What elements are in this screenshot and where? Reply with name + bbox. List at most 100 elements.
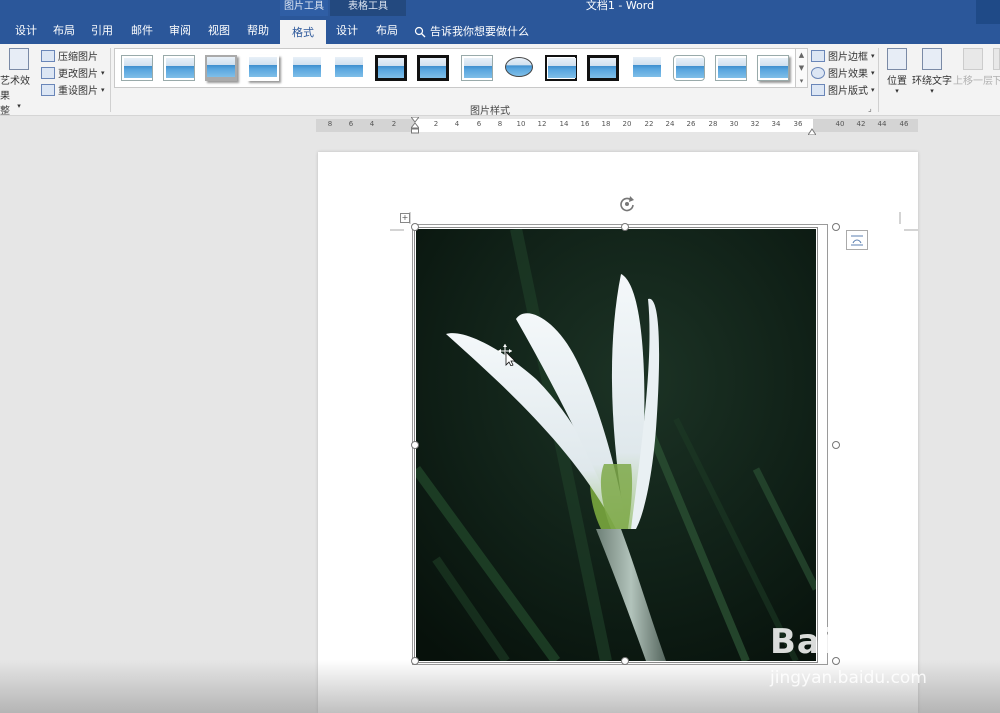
dropdown-arrow-icon: ▾	[17, 102, 21, 110]
ruler-tick: 4	[454, 120, 460, 128]
horizontal-ruler[interactable]: 8 6 4 2 2 4 6 8 10 12 14 16 18 20 22 24 …	[316, 116, 918, 136]
resize-handle-bottom-left[interactable]	[411, 657, 419, 665]
resize-handle-bottom[interactable]	[621, 657, 629, 665]
picture-styles-gallery	[114, 48, 796, 88]
rotate-handle-icon[interactable]	[618, 195, 636, 213]
style-thumb[interactable]	[631, 55, 663, 81]
paw-icon	[833, 604, 865, 637]
tab-layout[interactable]: 布局	[48, 20, 80, 44]
change-picture-button[interactable]: 更改图片 ▾	[41, 65, 105, 80]
effects-icon	[811, 66, 825, 79]
ruler-tick: 6	[348, 120, 354, 128]
resize-handle-top-left[interactable]	[411, 223, 419, 231]
move-cursor-icon	[498, 344, 516, 366]
indent-marker-icon[interactable]	[409, 116, 421, 134]
group-label-adjust: 整	[0, 106, 10, 117]
change-picture-icon	[41, 66, 55, 79]
anchor-icon[interactable]: +	[400, 213, 410, 223]
style-thumb[interactable]	[503, 55, 535, 81]
dropdown-arrow-icon: ▾	[895, 87, 899, 95]
ruler-tick: 44	[877, 120, 887, 128]
picture-selection-frame	[414, 227, 818, 663]
compress-icon	[41, 49, 55, 62]
ruler-tick: 22	[644, 120, 654, 128]
dialog-launcher-icon[interactable]: ⌟	[868, 104, 872, 113]
chevron-up-icon[interactable]: ▲	[796, 49, 807, 62]
ruler-tick: 6	[476, 120, 482, 128]
tab-mailings[interactable]: 邮件	[126, 20, 158, 44]
style-thumb[interactable]	[417, 55, 449, 81]
baidu-watermark: Bai 经验 jingyan.baidu.com	[770, 604, 970, 688]
bring-forward-button[interactable]: 上移一层	[953, 48, 993, 87]
tab-review[interactable]: 审阅	[164, 20, 196, 44]
ruler-tick: 8	[497, 120, 503, 128]
tab-help[interactable]: 帮助	[242, 20, 274, 44]
reset-picture-label: 重设图片	[58, 86, 98, 97]
change-picture-label: 更改图片	[58, 69, 98, 80]
resize-handle-top[interactable]	[621, 223, 629, 231]
style-thumb[interactable]	[673, 55, 705, 81]
style-thumb[interactable]	[461, 55, 493, 81]
watermark-logo: Bai	[770, 622, 834, 662]
style-thumb[interactable]	[121, 55, 153, 81]
artistic-effects-button[interactable]: 艺术效果 ▾	[0, 48, 38, 110]
resize-handle-right[interactable]	[832, 441, 840, 449]
tab-view[interactable]: 视图	[203, 20, 235, 44]
ruler-tick: 36	[793, 120, 803, 128]
dropdown-arrow-icon: ▾	[871, 51, 875, 60]
position-button[interactable]: 位置 ▾	[884, 48, 910, 95]
wrap-text-label: 环绕文字	[912, 76, 952, 87]
style-thumb[interactable]	[545, 55, 577, 81]
style-thumb[interactable]	[715, 55, 747, 81]
layout-icon	[811, 83, 825, 96]
ruler-tick: 16	[580, 120, 590, 128]
position-label: 位置	[887, 76, 907, 87]
tab-format[interactable]: 格式	[280, 20, 326, 44]
style-thumb[interactable]	[757, 55, 789, 81]
lightbulb-icon	[414, 26, 426, 38]
compress-pictures-button[interactable]: 压缩图片	[41, 48, 98, 63]
style-thumb[interactable]	[375, 55, 407, 81]
tab-table-layout[interactable]: 布局	[370, 20, 404, 44]
chevron-down-icon[interactable]: ▼	[796, 62, 807, 75]
style-thumb[interactable]	[247, 55, 279, 81]
right-indent-marker-icon[interactable]	[807, 124, 817, 136]
ribbon: 艺术效果 ▾ 压缩图片 更改图片 ▾ 重设图片 ▾ 整 ▲ ▼ ▾ 图片样式 ⌟…	[0, 44, 1000, 117]
tab-design[interactable]: 设计	[10, 20, 42, 44]
position-icon	[887, 48, 907, 70]
picture-layout-button[interactable]: 图片版式 ▾	[811, 82, 875, 97]
send-backward-button[interactable]: 下	[993, 48, 1000, 87]
gallery-scrollbar[interactable]: ▲ ▼ ▾	[796, 48, 808, 88]
ruler-tick: 28	[708, 120, 718, 128]
compress-label: 压缩图片	[58, 52, 98, 63]
ruler-tick: 4	[369, 120, 375, 128]
tell-me-box[interactable]: 告诉我你想要做什么	[414, 20, 529, 44]
ruler-tick: 24	[665, 120, 675, 128]
tab-references[interactable]: 引用	[86, 20, 118, 44]
reset-picture-button[interactable]: 重设图片 ▾	[41, 82, 105, 97]
artistic-effects-label: 艺术效果	[0, 76, 30, 102]
style-thumb[interactable]	[205, 55, 237, 81]
layout-options-button[interactable]	[846, 230, 868, 250]
style-thumb[interactable]	[587, 55, 619, 81]
style-thumb[interactable]	[333, 55, 365, 81]
ruler-tick: 2	[391, 120, 397, 128]
style-thumb[interactable]	[163, 55, 195, 81]
bring-forward-label: 上移一层	[953, 76, 993, 87]
dropdown-arrow-icon: ▾	[101, 68, 105, 77]
tab-table-design[interactable]: 设计	[330, 20, 364, 44]
picture-border-button[interactable]: 图片边框 ▾	[811, 48, 875, 63]
picture-effects-button[interactable]: 图片效果 ▾	[811, 65, 875, 80]
style-thumb[interactable]	[291, 55, 323, 81]
ruler-tick: 14	[559, 120, 569, 128]
resize-handle-top-right[interactable]	[832, 223, 840, 231]
ruler-tick: 42	[856, 120, 866, 128]
gallery-more-icon[interactable]: ▾	[796, 75, 807, 88]
resize-handle-left[interactable]	[411, 441, 419, 449]
dropdown-arrow-icon: ▾	[101, 85, 105, 94]
window-control[interactable]	[976, 0, 1000, 24]
ruler-tick: 12	[537, 120, 547, 128]
context-group-table-tools: 表格工具	[330, 0, 406, 16]
tell-me-label: 告诉我你想要做什么	[430, 25, 529, 38]
wrap-text-button[interactable]: 环绕文字 ▾	[912, 48, 952, 95]
